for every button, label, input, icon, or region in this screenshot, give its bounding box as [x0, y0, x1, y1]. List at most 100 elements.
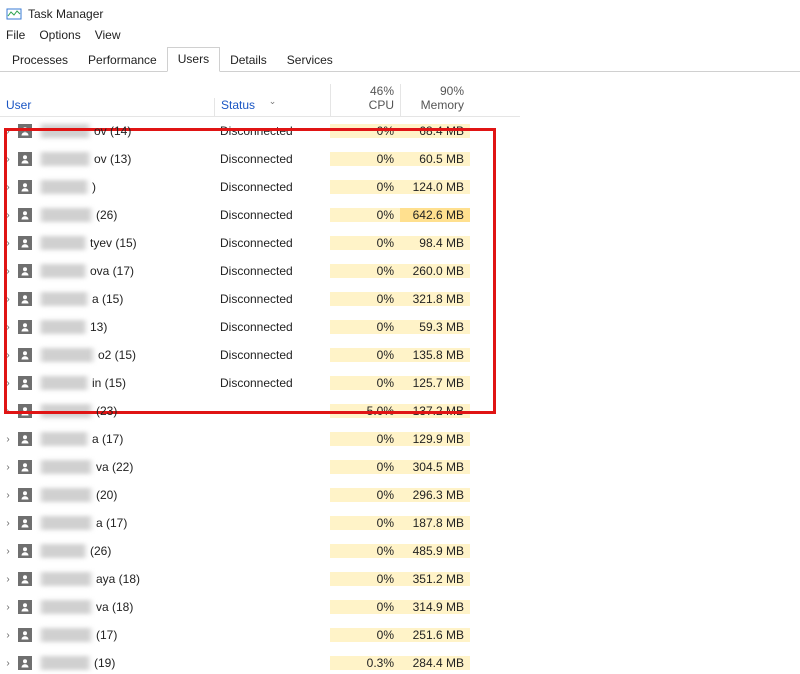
table-row[interactable]: ›a (17)0%187.8 MB — [0, 509, 520, 537]
expand-chevron-icon[interactable]: › — [4, 350, 12, 361]
cell-memory: 125.7 MB — [400, 376, 470, 390]
task-manager-window: Task Manager File Options View Processes… — [0, 0, 800, 674]
cell-cpu: 0% — [330, 320, 400, 334]
table-row[interactable]: ›va (22)0%304.5 MB — [0, 453, 520, 481]
redacted-name — [38, 404, 94, 418]
expand-chevron-icon[interactable]: › — [4, 266, 12, 277]
users-table: User ⌄ Status 46% CPU 90% Memory ›ov (14… — [0, 80, 520, 674]
cell-memory: 642.6 MB — [400, 208, 470, 222]
user-icon — [18, 320, 32, 334]
table-row[interactable]: › (19)0.3%284.4 MB — [0, 649, 520, 674]
user-name: in (15) — [38, 376, 126, 390]
expand-chevron-icon[interactable]: › — [4, 546, 12, 557]
redacted-name — [38, 572, 94, 586]
expand-chevron-icon[interactable]: › — [4, 182, 12, 193]
tab-processes[interactable]: Processes — [2, 49, 78, 72]
expand-chevron-icon[interactable]: › — [4, 210, 12, 221]
tab-services[interactable]: Services — [277, 49, 343, 72]
cell-user: › va (18) — [0, 600, 214, 614]
cell-status: Disconnected — [214, 208, 330, 222]
col-user[interactable]: User — [0, 98, 214, 116]
user-name-suffix: va (22) — [94, 460, 133, 474]
cell-user: ›aya (18) — [0, 572, 214, 586]
redacted-name — [38, 432, 90, 446]
user-name: (26) — [38, 544, 111, 558]
menu-options[interactable]: Options — [39, 28, 80, 42]
expand-chevron-icon[interactable]: › — [4, 518, 12, 529]
cell-user: › in (15) — [0, 376, 214, 390]
expand-chevron-icon[interactable]: › — [4, 434, 12, 445]
table-row[interactable]: ›a (15)Disconnected0%321.8 MB — [0, 285, 520, 313]
table-row[interactable]: ›)Disconnected0%124.0 MB — [0, 173, 520, 201]
expand-chevron-icon[interactable]: › — [4, 630, 12, 641]
tab-users[interactable]: Users — [167, 47, 220, 72]
user-icon — [18, 292, 32, 306]
cell-cpu: 0% — [330, 152, 400, 166]
table-row[interactable]: ›ov (13)Disconnected0%60.5 MB — [0, 145, 520, 173]
user-name-suffix: tyev (15) — [88, 236, 137, 250]
cell-user: › (26) — [0, 208, 214, 222]
table-row[interactable]: ›o2 (15)Disconnected0%135.8 MB — [0, 341, 520, 369]
user-icon — [18, 236, 32, 250]
cell-cpu: 0% — [330, 488, 400, 502]
expand-chevron-icon[interactable]: › — [4, 378, 12, 389]
user-name: o2 (15) — [38, 348, 136, 362]
table-body: ›ov (14)Disconnected0%68.4 MB›ov (13)Dis… — [0, 117, 520, 674]
redacted-name — [38, 264, 88, 278]
expand-chevron-icon[interactable]: › — [4, 238, 12, 249]
cell-user: ›a (17) — [0, 432, 214, 446]
expand-chevron-icon[interactable]: › — [4, 126, 12, 137]
expand-chevron-icon[interactable]: › — [4, 490, 12, 501]
menu-view[interactable]: View — [95, 28, 121, 42]
cell-cpu: 0% — [330, 208, 400, 222]
table-row[interactable]: ›ov (14)Disconnected0%68.4 MB — [0, 117, 520, 145]
cell-memory: 124.0 MB — [400, 180, 470, 194]
user-name: a (17) — [38, 516, 127, 530]
table-row[interactable]: ›in (15)Disconnected0%125.7 MB — [0, 369, 520, 397]
cell-user: ›ova (17) — [0, 264, 214, 278]
cell-cpu: 0% — [330, 236, 400, 250]
tab-performance[interactable]: Performance — [78, 49, 167, 72]
table-row[interactable]: › (23)5.0%137.2 MB — [0, 397, 520, 425]
table-row[interactable]: ›(20)0%296.3 MB — [0, 481, 520, 509]
user-name-suffix: (26) — [88, 544, 111, 558]
expand-chevron-icon[interactable]: › — [4, 658, 12, 669]
col-memory-label: Memory — [421, 98, 464, 112]
cell-memory: 321.8 MB — [400, 292, 470, 306]
expand-chevron-icon[interactable]: › — [4, 294, 12, 305]
cell-user: ›ov (14) — [0, 124, 214, 138]
user-icon — [18, 208, 32, 222]
col-memory[interactable]: 90% Memory — [400, 84, 470, 116]
user-name: a (15) — [38, 292, 123, 306]
table-row[interactable]: ›a (17)0%129.9 MB — [0, 425, 520, 453]
expand-chevron-icon[interactable]: › — [4, 574, 12, 585]
cell-cpu: 5.0% — [330, 404, 400, 418]
menu-file[interactable]: File — [6, 28, 25, 42]
table-row[interactable]: › (17)0%251.6 MB — [0, 621, 520, 649]
user-name-suffix: ov (13) — [92, 152, 131, 166]
cell-memory: 98.4 MB — [400, 236, 470, 250]
expand-chevron-icon[interactable]: › — [4, 406, 12, 417]
expand-chevron-icon[interactable]: › — [4, 602, 12, 613]
cell-memory: 60.5 MB — [400, 152, 470, 166]
cell-memory: 351.2 MB — [400, 572, 470, 586]
expand-chevron-icon[interactable]: › — [4, 154, 12, 165]
expand-chevron-icon[interactable]: › — [4, 462, 12, 473]
cell-memory: 296.3 MB — [400, 488, 470, 502]
table-row[interactable]: ›13)Disconnected0%59.3 MB — [0, 313, 520, 341]
table-row[interactable]: ›ova (17)Disconnected0%260.0 MB — [0, 257, 520, 285]
user-icon — [18, 348, 32, 362]
col-cpu[interactable]: 46% CPU — [330, 84, 400, 116]
cell-cpu: 0% — [330, 264, 400, 278]
table-row[interactable]: ›va (18)0%314.9 MB — [0, 593, 520, 621]
table-row[interactable]: › (26)0%485.9 MB — [0, 537, 520, 565]
table-row[interactable]: ›aya (18)0%351.2 MB — [0, 565, 520, 593]
expand-chevron-icon[interactable]: › — [4, 322, 12, 333]
cell-user: › (26) — [0, 544, 214, 558]
tab-details[interactable]: Details — [220, 49, 277, 72]
user-name: va (18) — [38, 600, 133, 614]
table-row[interactable]: › (26)Disconnected0%642.6 MB — [0, 201, 520, 229]
table-row[interactable]: ›tyev (15)Disconnected0%98.4 MB — [0, 229, 520, 257]
col-status[interactable]: ⌄ Status — [214, 98, 330, 116]
user-icon — [18, 124, 32, 138]
